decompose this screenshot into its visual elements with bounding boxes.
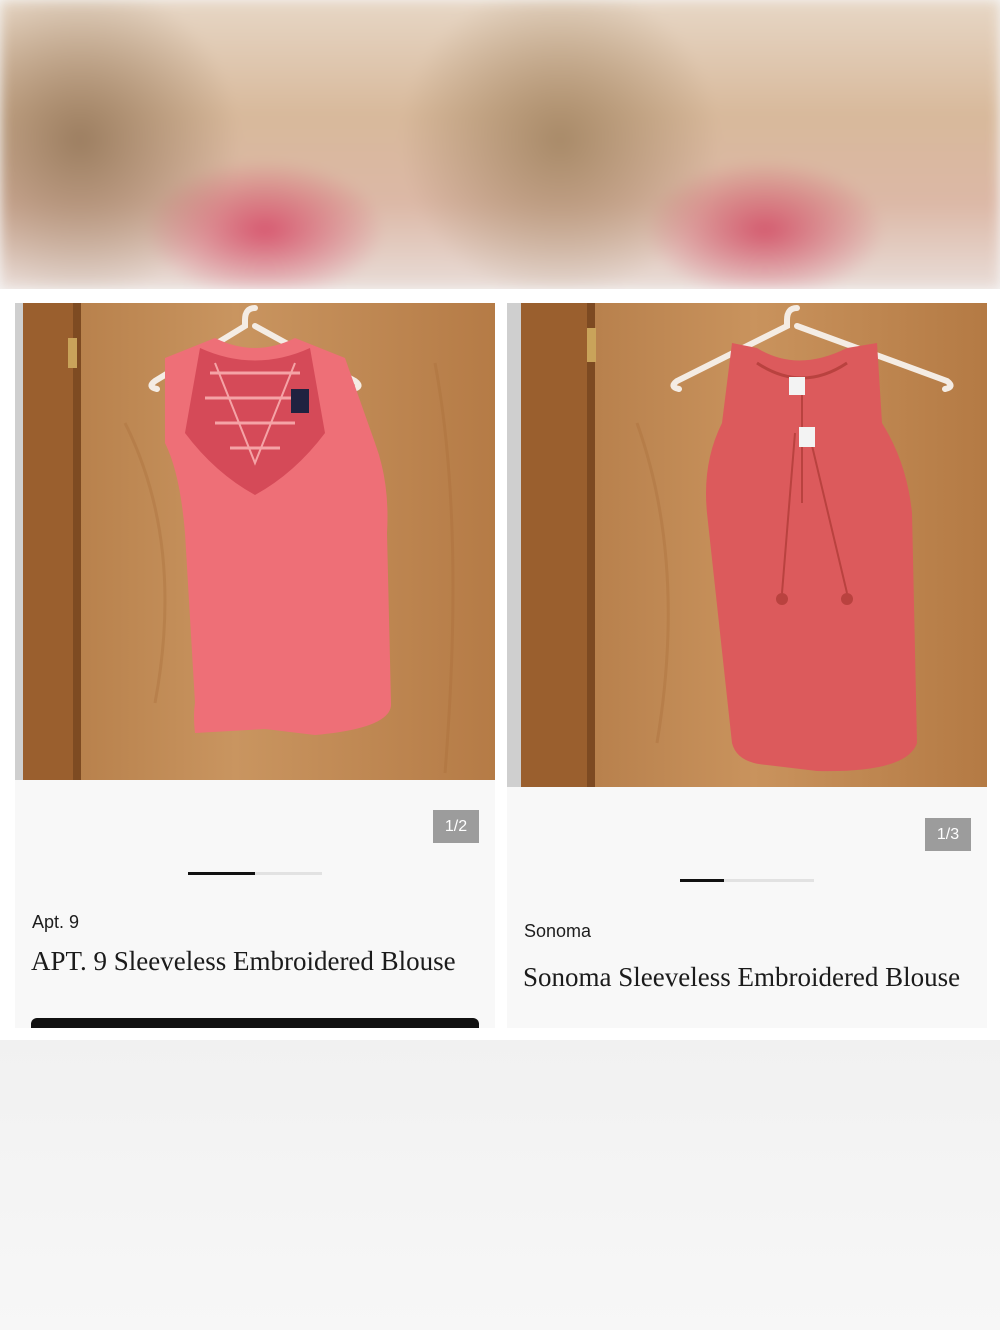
add-to-bag-button[interactable] bbox=[31, 1018, 479, 1028]
product-title[interactable]: APT. 9 Sleeveless Embroidered Blouse bbox=[31, 943, 471, 980]
product-card-apt9[interactable]: 1/2 Apt. 9 APT. 9 Sleeveless Embroidered… bbox=[15, 303, 495, 1028]
product-image[interactable] bbox=[507, 303, 987, 787]
product-image[interactable] bbox=[15, 303, 495, 780]
carousel-progress bbox=[188, 872, 322, 875]
image-counter: 1/2 bbox=[433, 810, 479, 843]
blurred-background-top bbox=[0, 0, 1000, 289]
blouse-photo-apt9 bbox=[15, 303, 495, 780]
carousel-progress bbox=[680, 879, 814, 882]
product-brand[interactable]: Apt. 9 bbox=[32, 912, 79, 933]
carousel-progress-fill bbox=[680, 879, 725, 882]
product-brand[interactable]: Sonoma bbox=[524, 921, 591, 942]
product-info: 1/3 Sonoma Sonoma Sleeveless Embroidered… bbox=[507, 787, 987, 1028]
blouse-photo-sonoma bbox=[507, 303, 987, 787]
product-info: 1/2 Apt. 9 APT. 9 Sleeveless Embroidered… bbox=[15, 780, 495, 1028]
product-title[interactable]: Sonoma Sleeveless Embroidered Blouse bbox=[523, 959, 963, 996]
carousel-progress-fill bbox=[188, 872, 255, 875]
product-card-sonoma[interactable]: 1/3 Sonoma Sonoma Sleeveless Embroidered… bbox=[507, 303, 987, 1028]
image-counter: 1/3 bbox=[925, 818, 971, 851]
blurred-background-bottom bbox=[0, 1040, 1000, 1330]
